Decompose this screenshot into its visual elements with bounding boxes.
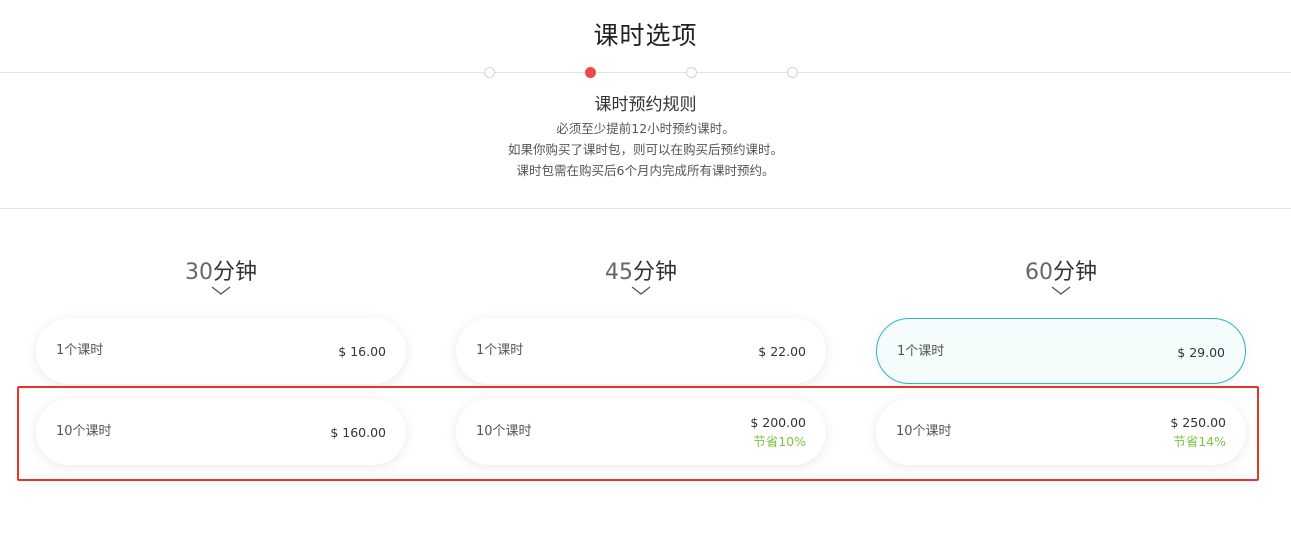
option-45min-1-lesson[interactable]: 1个课时 $ 22.00 (456, 318, 826, 384)
step-dot-1[interactable] (484, 67, 495, 78)
chevron-down-icon[interactable] (1051, 286, 1071, 296)
option-price: $ 22.00 (758, 343, 806, 359)
rules-title: 课时预约规则 (594, 95, 697, 115)
option-savings: 节省14% (1173, 434, 1226, 449)
duration-heading-30: 30分钟 (36, 254, 406, 286)
option-price: $ 16.00 (338, 343, 386, 359)
option-price: $ 250.00 (1170, 415, 1226, 430)
step-dot-3[interactable] (686, 67, 697, 78)
option-label: 1个课时 (56, 343, 104, 358)
option-price: $ 200.00 (750, 415, 806, 430)
duration-unit: 分钟 (212, 260, 257, 285)
option-30min-1-lesson[interactable]: 1个课时 $ 16.00 (36, 318, 406, 384)
duration-heading-60: 60分钟 (876, 254, 1246, 286)
option-savings: 节省10% (753, 434, 806, 449)
option-45min-10-lessons[interactable]: 10个课时 $ 200.00 节省10% (456, 399, 826, 465)
option-60min-1-lesson-selected[interactable]: 1个课时 $ 29.00 (876, 318, 1246, 384)
option-price: $ 160.00 (330, 424, 386, 440)
step-progress-line (0, 72, 1291, 73)
option-label: 1个课时 (897, 344, 945, 359)
duration-number: 60 (1024, 260, 1053, 285)
option-label: 1个课时 (476, 343, 524, 358)
option-label: 10个课时 (56, 424, 112, 439)
option-label: 10个课时 (896, 424, 952, 439)
duration-number: 45 (604, 260, 633, 285)
duration-unit: 分钟 (632, 260, 677, 285)
chevron-down-icon[interactable] (631, 286, 651, 296)
section-divider (0, 208, 1291, 209)
page-title: 课时选项 (593, 21, 698, 50)
duration-heading-45: 45分钟 (456, 254, 826, 286)
rules-line-1: 必须至少提前12小时预约课时。 (556, 121, 735, 136)
step-dot-2-active[interactable] (585, 67, 596, 78)
option-30min-10-lessons[interactable]: 10个课时 $ 160.00 (36, 399, 406, 465)
step-dot-4[interactable] (787, 67, 798, 78)
rules-line-2: 如果你购买了课时包，则可以在购买后预约课时。 (507, 142, 783, 157)
option-60min-10-lessons[interactable]: 10个课时 $ 250.00 节省14% (876, 399, 1246, 465)
chevron-down-icon[interactable] (211, 286, 231, 296)
rules-line-3: 课时包需在购买后6个月内完成所有课时预约。 (516, 163, 775, 178)
duration-number: 30 (184, 260, 213, 285)
option-price: $ 29.00 (1177, 344, 1225, 360)
option-label: 10个课时 (476, 424, 532, 439)
duration-unit: 分钟 (1052, 260, 1097, 285)
